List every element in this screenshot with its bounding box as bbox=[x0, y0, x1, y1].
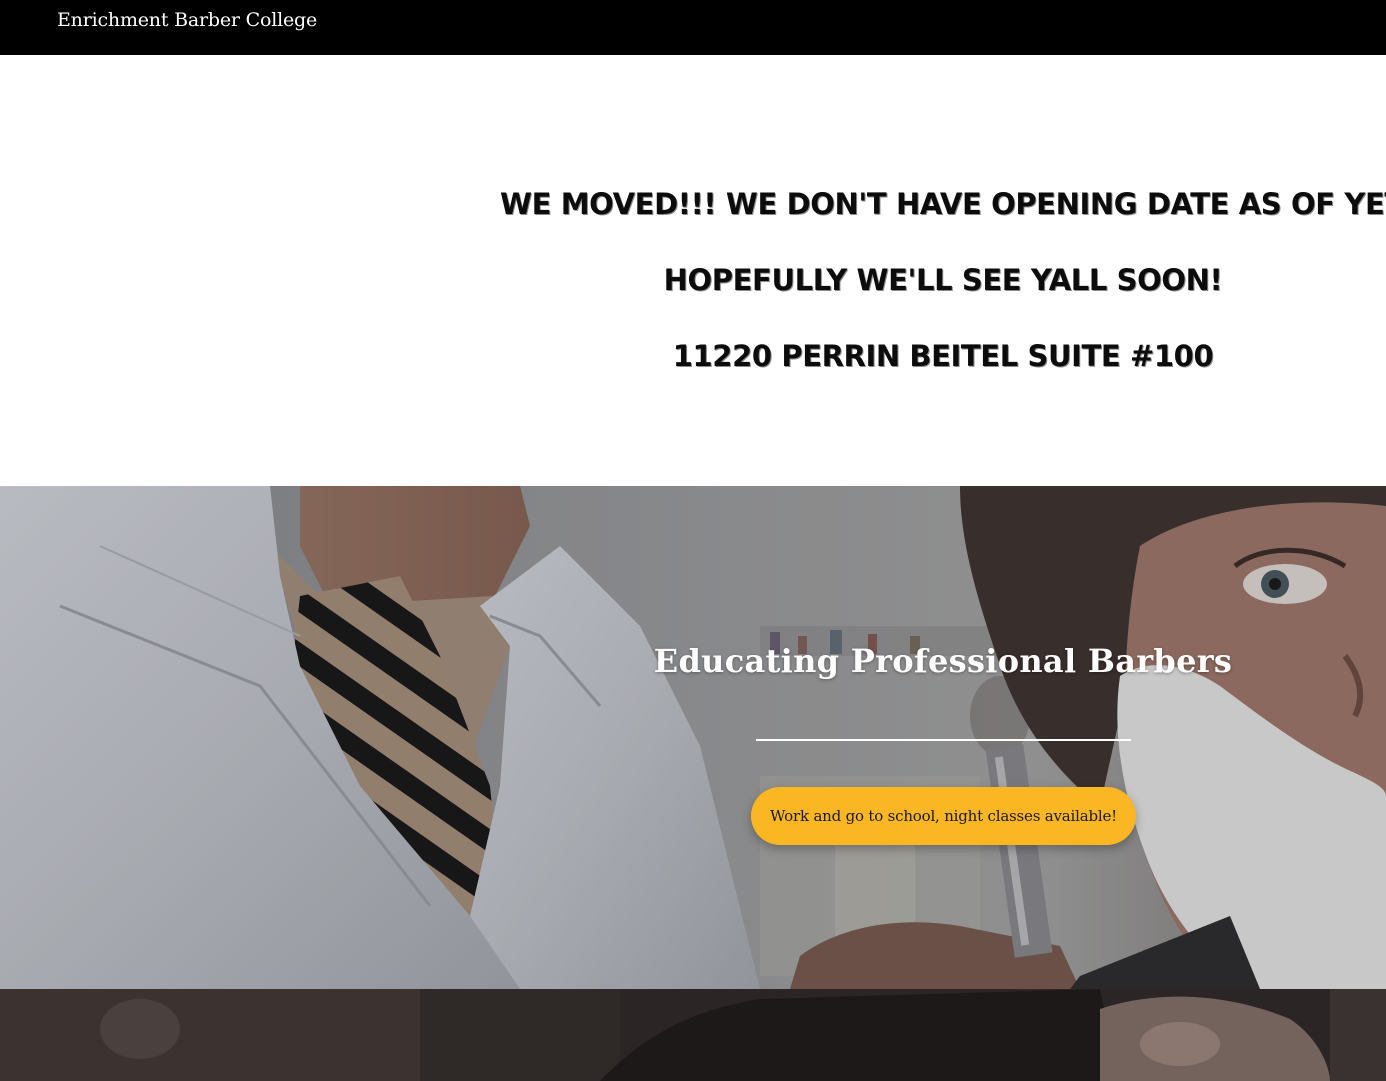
site-header: Enrichment Barber College bbox=[0, 0, 1386, 55]
next-section-preview bbox=[0, 989, 1386, 1081]
announcement-see-you: HOPEFULLY WE'LL SEE YALL SOON! bbox=[663, 263, 1223, 297]
hero-title: Educating Professional Barbers bbox=[653, 642, 1233, 680]
announcement-section: WE MOVED!!! WE DON'T HAVE OPENING DATE A… bbox=[0, 55, 1386, 486]
announcement-moved: WE MOVED!!! WE DON'T HAVE OPENING DATE A… bbox=[500, 187, 1386, 221]
hero-dim-overlay bbox=[0, 486, 1386, 989]
hero-divider bbox=[756, 739, 1131, 741]
site-brand-link[interactable]: Enrichment Barber College bbox=[57, 9, 317, 31]
hero-section: Educating Professional Barbers Work and … bbox=[0, 486, 1386, 989]
second-background-image bbox=[0, 989, 1386, 1081]
announcement-address: 11220 PERRIN BEITEL SUITE #100 bbox=[672, 339, 1214, 373]
night-classes-button-label: Work and go to school, night classes ava… bbox=[769, 807, 1117, 825]
night-classes-button[interactable]: Work and go to school, night classes ava… bbox=[751, 787, 1136, 845]
